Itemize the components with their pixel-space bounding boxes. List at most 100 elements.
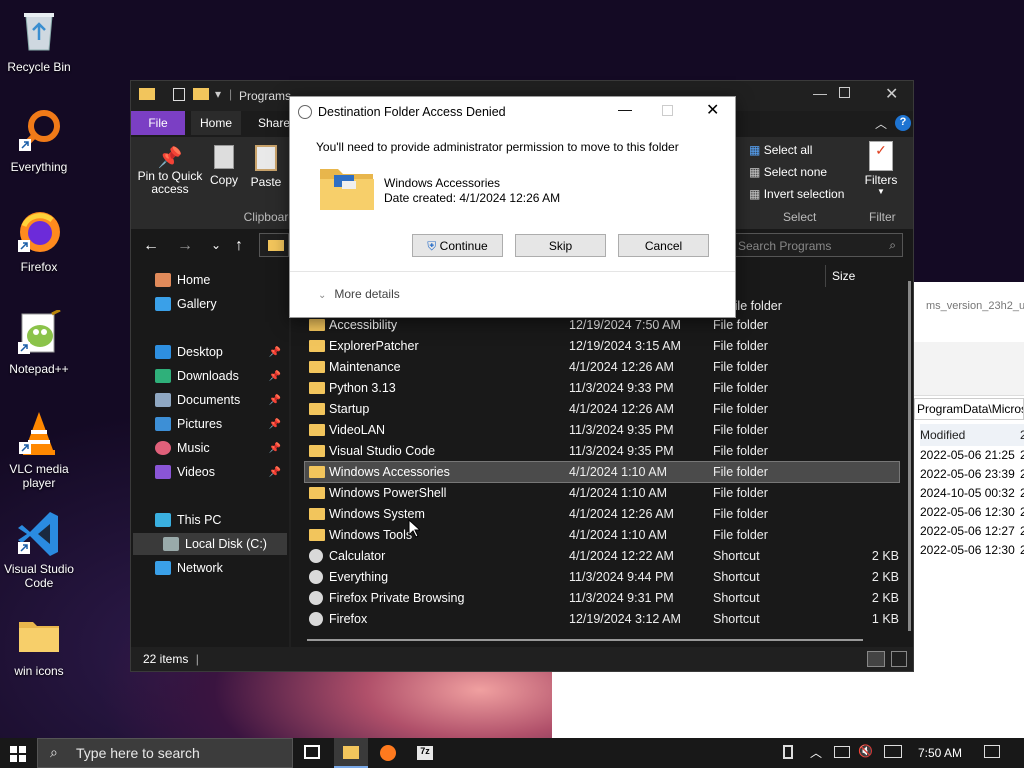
- sidebar-item-this-pc[interactable]: This PC: [155, 509, 285, 531]
- sidebar-item-network[interactable]: Network: [155, 557, 285, 579]
- tab-home[interactable]: Home: [191, 111, 241, 135]
- sidebar-item-documents[interactable]: Documents 📌: [155, 389, 285, 411]
- file-row[interactable]: Windows System 4/1/2024 12:26 AM File fold…: [305, 504, 899, 524]
- network-icon[interactable]: [834, 746, 850, 758]
- invert-selection-button[interactable]: ▦ Invert selection: [749, 187, 844, 201]
- up-button[interactable]: ↑: [235, 237, 243, 255]
- file-type: Shortcut: [713, 591, 760, 605]
- back-button[interactable]: ←: [143, 237, 159, 255]
- list-item[interactable]: 2022-05-06 23:39 2: [920, 467, 1024, 481]
- continue-button[interactable]: ⛨ Continue: [412, 234, 503, 257]
- start-icon[interactable]: [10, 746, 26, 762]
- pin-quick-access-button[interactable]: 📌 Pin to Quick access: [137, 145, 203, 196]
- sidebar-item-local-disk[interactable]: Local Disk (C:): [133, 533, 287, 555]
- dialog-minimize-button[interactable]: —: [618, 101, 632, 117]
- column-header-modified[interactable]: Modified 2: [920, 424, 1024, 446]
- sidebar-item-desktop[interactable]: Desktop 📌: [155, 341, 285, 363]
- vertical-scrollbar[interactable]: [908, 281, 911, 631]
- properties-icon[interactable]: [173, 88, 185, 101]
- file-size: 2 KB: [871, 549, 899, 563]
- collapse-ribbon-icon[interactable]: ︿: [875, 115, 887, 132]
- taskbar-search-box[interactable]: ⌕ Type here to search: [37, 738, 293, 768]
- everything-icon: [19, 110, 60, 151]
- file-row[interactable]: Firefox 12/19/2024 3:12 AM Shortcut 1 KB: [305, 609, 899, 629]
- horizontal-scrollbar[interactable]: [307, 639, 863, 641]
- search-box[interactable]: Search Programs ⌕: [735, 233, 903, 257]
- file-date: 4/1/2024 1:10 AM: [569, 465, 667, 479]
- file-row[interactable]: Accessibility 12/19/2024 7:50 AM File fold…: [305, 315, 899, 335]
- file-row[interactable]: Windows PowerShell 4/1/2024 1:10 AM File f…: [305, 483, 899, 503]
- file-row[interactable]: Firefox Private Browsing 11/3/2024 9:31 P…: [305, 588, 899, 608]
- volume-muted-icon[interactable]: 🔇: [858, 744, 873, 758]
- list-item[interactable]: 2022-05-06 12:27 2: [920, 524, 1024, 538]
- desktop-icon-everything[interactable]: Everything: [0, 108, 78, 174]
- access-denied-dialog[interactable]: Destination Folder Access Denied — ✕ You…: [289, 96, 736, 318]
- notifications-icon[interactable]: [984, 745, 1000, 758]
- file-row[interactable]: Windows Tools 4/1/2024 1:10 AM File folder: [305, 525, 899, 545]
- list-item[interactable]: 2022-05-06 12:30 2: [920, 505, 1024, 519]
- desktop-icon-vlc[interactable]: VLC media player: [0, 410, 78, 490]
- desktop-icon-vscode[interactable]: Visual Studio Code: [0, 510, 78, 590]
- more-details-toggle[interactable]: ⌄ More details: [318, 287, 400, 301]
- desktop-icon-firefox[interactable]: Firefox: [0, 208, 78, 274]
- file-name: Calculator: [329, 549, 386, 563]
- desktop-icon-recycle-bin[interactable]: Recycle Bin: [0, 8, 78, 74]
- desktop-icon-notepad-plus-plus[interactable]: Notepad++: [0, 310, 78, 376]
- help-icon[interactable]: ?: [895, 115, 911, 131]
- task-view-icon[interactable]: [304, 745, 320, 759]
- select-none-button[interactable]: ▦ Select none: [749, 165, 827, 179]
- sidebar-item-gallery[interactable]: Gallery: [155, 293, 285, 315]
- file-row[interactable]: Startup 4/1/2024 12:26 AM File folder: [305, 399, 899, 419]
- sidebar-item-pictures[interactable]: Pictures 📌: [155, 413, 285, 435]
- recent-locations-button[interactable]: ⌄: [211, 238, 221, 252]
- paste-button[interactable]: Paste: [249, 145, 283, 189]
- battery-icon[interactable]: [783, 745, 793, 759]
- address-bar[interactable]: [259, 233, 289, 257]
- folder-icon: [309, 529, 325, 541]
- file-row[interactable]: VideoLAN 11/3/2024 9:35 PM File folder: [305, 420, 899, 440]
- new-folder-icon[interactable]: [193, 88, 209, 100]
- file-row[interactable]: ExplorerPatcher 12/19/2024 3:15 AM File fo…: [305, 336, 899, 356]
- copy-button[interactable]: Copy: [207, 145, 241, 187]
- file-row[interactable]: Visual Studio Code 11/3/2024 9:35 PM File …: [305, 441, 899, 461]
- minimize-button[interactable]: —: [813, 85, 827, 101]
- forward-button[interactable]: →: [177, 237, 193, 255]
- file-date: 4/1/2024 1:10 AM: [569, 486, 667, 500]
- address-path[interactable]: ProgramData\Micros: [914, 398, 1024, 420]
- file-row[interactable]: Python 3.13 11/3/2024 9:33 PM File folder: [305, 378, 899, 398]
- show-hidden-icons-chevron-up-icon[interactable]: ︿: [810, 744, 822, 761]
- firefox-taskbar-icon[interactable]: [380, 745, 396, 761]
- file-row[interactable]: Windows Accessories 4/1/2024 1:10 AM File …: [304, 461, 900, 483]
- maximize-button[interactable]: [839, 87, 850, 98]
- column-header-size[interactable]: Size: [825, 265, 855, 287]
- file-row[interactable]: Everything 11/3/2024 9:44 PM Shortcut 2 KB: [305, 567, 899, 587]
- file-type: File folder: [713, 402, 768, 416]
- details-view-button[interactable]: [867, 651, 885, 667]
- sidebar-item-downloads[interactable]: Downloads 📌: [155, 365, 285, 387]
- file-name: Firefox: [329, 612, 368, 626]
- file-type: File folder: [713, 465, 768, 479]
- sidebar-item-music[interactable]: Music 📌: [155, 437, 285, 459]
- desktop-icon-win-icons[interactable]: win icons: [0, 612, 78, 678]
- file-row[interactable]: Calculator 4/1/2024 12:22 AM Shortcut 2 KB: [305, 546, 899, 566]
- file-row[interactable]: Maintenance 4/1/2024 12:26 AM File folder: [305, 357, 899, 377]
- tab-file[interactable]: File: [131, 111, 185, 135]
- 7zip-icon[interactable]: 7z: [417, 746, 433, 760]
- sidebar-item-home[interactable]: Home: [155, 269, 285, 291]
- select-all-button[interactable]: ▦ Select all: [749, 143, 812, 157]
- keyboard-icon[interactable]: [884, 745, 902, 758]
- filters-button[interactable]: ✓ Filters ▼: [861, 141, 901, 196]
- sidebar-item-videos[interactable]: Videos 📌: [155, 461, 285, 483]
- taskbar-file-explorer[interactable]: [334, 738, 368, 768]
- close-button[interactable]: ✕: [885, 84, 898, 104]
- list-item[interactable]: 2024-10-05 00:32 2: [920, 486, 1024, 500]
- list-item[interactable]: 2022-05-06 12:30 2: [920, 543, 1024, 557]
- large-icons-view-button[interactable]: [891, 651, 907, 667]
- skip-button[interactable]: Skip: [515, 234, 606, 257]
- customize-toolbar-icon[interactable]: ▾: [215, 87, 221, 101]
- list-item[interactable]: 2022-05-06 21:25 2: [920, 448, 1024, 462]
- taskbar-clock[interactable]: 7:50 AM: [918, 746, 962, 760]
- folder-icon: [268, 240, 284, 251]
- cancel-button[interactable]: Cancel: [618, 234, 709, 257]
- dialog-close-button[interactable]: ✕: [706, 100, 719, 120]
